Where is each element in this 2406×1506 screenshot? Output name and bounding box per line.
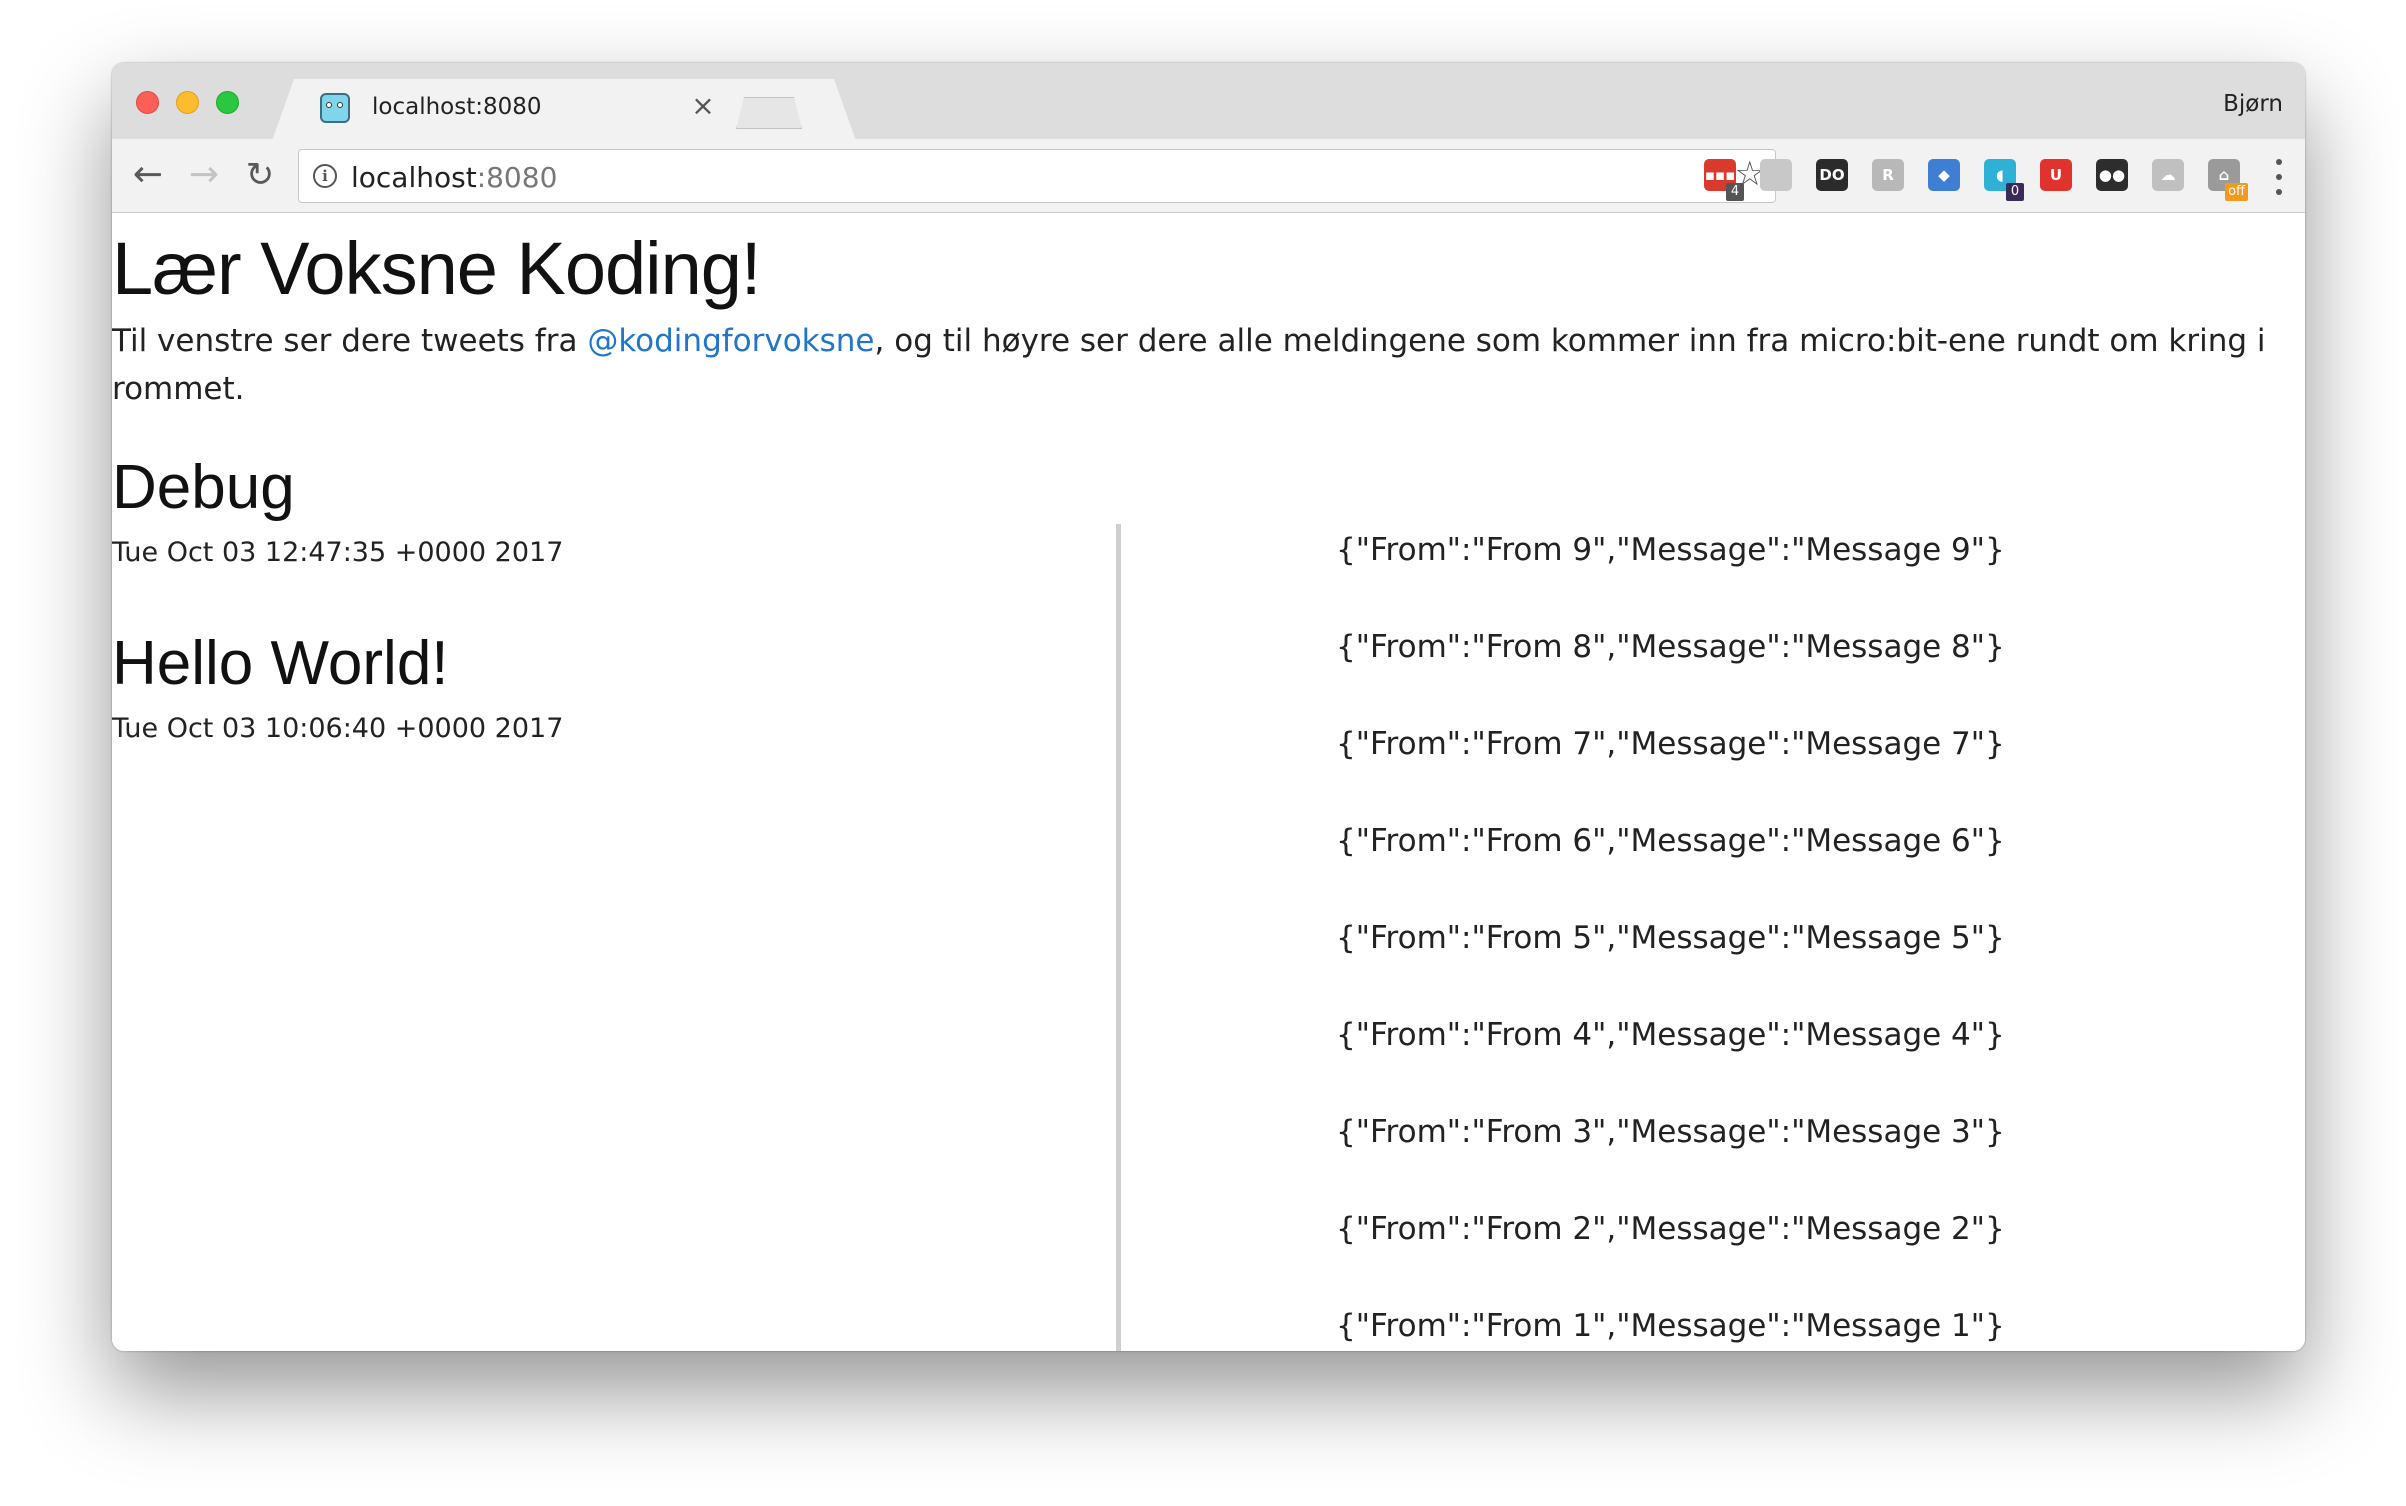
url-port: :8080 [476, 161, 558, 194]
message-item: {"From":"From 3","Message":"Message 3"} [1336, 1114, 2005, 1150]
message-item: {"From":"From 1","Message":"Message 1"} [1336, 1308, 2005, 1344]
profile-name[interactable]: Bjørn [2223, 91, 2283, 117]
window-maximize-button[interactable] [216, 91, 239, 114]
tab-strip: localhost:8080 × Bjørn [112, 63, 2305, 141]
chat-extension-icon[interactable] [1760, 159, 1792, 191]
extension-badge: 0 [2006, 183, 2024, 201]
message-item: {"From":"From 9","Message":"Message 9"} [1336, 532, 2005, 568]
tweet-item: Hello World! Tue Oct 03 10:06:40 +0000 20… [112, 628, 563, 744]
extension-glyph [1760, 159, 1792, 191]
extension-glyph: R [1882, 166, 1894, 184]
message-item: {"From":"From 7","Message":"Message 7"} [1336, 726, 2005, 762]
forward-arrow-icon[interactable]: → [180, 151, 228, 199]
r-extension-icon[interactable]: R [1872, 159, 1904, 191]
kebab-menu-icon[interactable] [2273, 157, 2285, 197]
toolbar: ← → ↻ i localhost:8080 ☆ ▪▪▪ 4 DO R ◆ ◖ 0 U ●● ☁ ⌂… [112, 139, 2305, 213]
page-content: Lær Voksne Koding! Til venstre ser dere … [112, 214, 2305, 1351]
reload-icon[interactable]: ↻ [236, 151, 284, 199]
adblock-extension-icon[interactable]: U [2040, 159, 2072, 191]
new-tab-button[interactable] [736, 97, 802, 129]
extension-glyph: ☁ [2160, 166, 2176, 184]
window-close-button[interactable] [136, 91, 159, 114]
tweet-timestamp: Tue Oct 03 12:47:35 +0000 2017 [112, 537, 564, 568]
tweet-timestamp: Tue Oct 03 10:06:40 +0000 2017 [112, 713, 564, 744]
do-extension-icon[interactable]: DO [1816, 159, 1848, 191]
message-item: {"From":"From 2","Message":"Message 2"} [1336, 1211, 2005, 1247]
ghostery-extension-icon[interactable]: ◖ 0 [1984, 159, 2024, 201]
calendar-extension-icon[interactable]: ▪▪▪ 4 [1704, 159, 1744, 201]
extension-glyph: U [2049, 166, 2063, 184]
kodingforvoksne-link[interactable]: @kodingforvoksne [587, 323, 874, 359]
toggle-extension-icon[interactable]: ⌂ off [2208, 159, 2248, 201]
extension-glyph: DO [1819, 166, 1845, 184]
message-item: {"From":"From 6","Message":"Message 6"} [1336, 823, 2005, 859]
url-text[interactable]: localhost:8080 [351, 161, 557, 194]
window-minimize-button[interactable] [176, 91, 199, 114]
message-item: {"From":"From 4","Message":"Message 4"} [1336, 1017, 2005, 1053]
column-divider [1116, 524, 1121, 1351]
tab-title: localhost:8080 [372, 94, 542, 120]
tweet-item: Debug Tue Oct 03 12:47:35 +0000 2017 [112, 452, 563, 568]
intro-paragraph: Til venstre ser dere tweets fra @kodingf… [112, 317, 2272, 413]
extension-glyph: ●● [2098, 166, 2126, 184]
extension-glyph: ◆ [1938, 166, 1950, 184]
tab-close-icon[interactable]: × [688, 91, 718, 121]
layers-extension-icon[interactable]: ◆ [1928, 159, 1960, 191]
extension-badge: 4 [1726, 183, 1744, 201]
gopher-favicon-icon [320, 93, 350, 123]
url-host: localhost [351, 161, 477, 194]
cloud-extension-icon[interactable]: ☁ [2152, 159, 2184, 191]
tweet-text: Hello World! [112, 629, 449, 698]
intro-text-before: Til venstre ser dere tweets fra [112, 323, 588, 359]
address-bar[interactable]: i localhost:8080 ☆ [298, 149, 1776, 203]
browser-window: localhost:8080 × Bjørn ← → ↻ i localhost… [112, 63, 2305, 1351]
extension-badge: off [2225, 183, 2248, 201]
tampermonkey-extension-icon[interactable]: ●● [2096, 159, 2128, 191]
page-title: Lær Voksne Koding! [112, 227, 761, 310]
tweet-text: Debug [112, 453, 295, 522]
message-item: {"From":"From 5","Message":"Message 5"} [1336, 920, 2005, 956]
message-item: {"From":"From 8","Message":"Message 8"} [1336, 629, 2005, 665]
back-arrow-icon[interactable]: ← [124, 151, 172, 199]
info-icon[interactable]: i [313, 164, 337, 188]
